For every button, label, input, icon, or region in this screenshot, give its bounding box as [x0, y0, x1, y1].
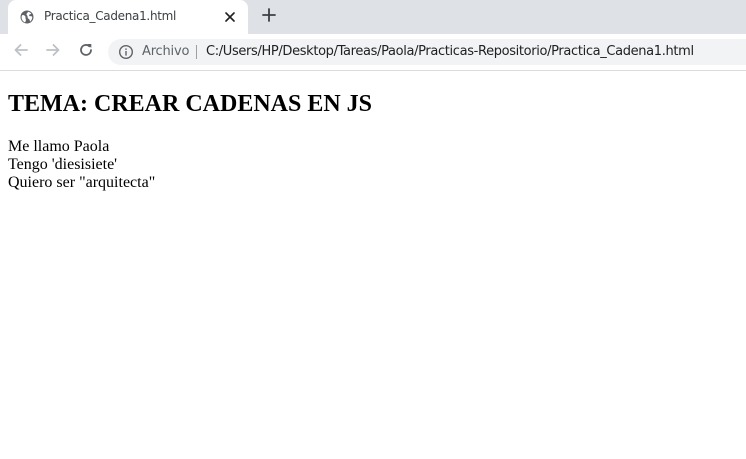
close-icon[interactable] [222, 9, 238, 25]
tab-active[interactable]: Practica_Cadena1.html [8, 0, 248, 34]
reload-icon [78, 42, 94, 63]
omnibox-divider [196, 45, 197, 59]
page-heading: TEMA: CREAR CADENAS EN JS [8, 91, 373, 117]
info-icon[interactable] [118, 44, 134, 60]
globe-icon [20, 10, 34, 24]
arrow-left-icon [13, 42, 29, 63]
url-text[interactable]: C:/Users/HP/Desktop/Tareas/Paola/Practic… [206, 44, 694, 59]
content-line-age: Tengo 'diesisiete' [8, 156, 118, 173]
forward-button[interactable] [43, 42, 63, 62]
page-content: TEMA: CREAR CADENAS EN JS Me llamo Paola… [0, 71, 746, 459]
security-chip-label[interactable]: Archivo [142, 44, 189, 59]
reload-button[interactable] [76, 42, 96, 62]
address-bar[interactable]: Archivo C:/Users/HP/Desktop/Tareas/Paola… [108, 39, 746, 65]
toolbar: Archivo C:/Users/HP/Desktop/Tareas/Paola… [0, 34, 746, 71]
tab-title: Practica_Cadena1.html [44, 9, 177, 23]
new-tab-button[interactable] [260, 7, 278, 27]
browser-window: Practica_Cadena1.html Archivo C:/Users/H… [0, 0, 746, 459]
back-button[interactable] [11, 42, 31, 62]
content-lines: Me llamo Paola Tengo 'diesisiete' Quiero… [8, 138, 155, 192]
arrow-right-icon [45, 42, 61, 63]
plus-icon [262, 7, 276, 27]
content-line-career: Quiero ser "arquitecta" [8, 174, 156, 191]
content-line-name: Me llamo Paola [8, 138, 110, 155]
tab-strip: Practica_Cadena1.html [0, 0, 746, 34]
